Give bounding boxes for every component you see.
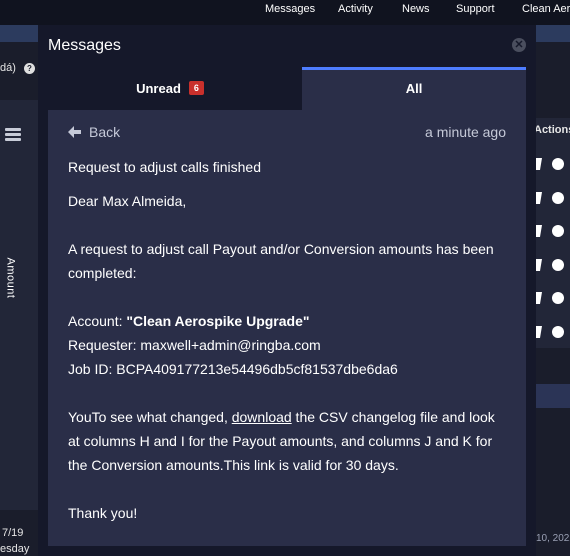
nav-messages[interactable]: Messages bbox=[265, 3, 315, 15]
owner-name-fragment: dá) bbox=[0, 62, 16, 74]
back-button[interactable]: Back bbox=[68, 124, 120, 140]
tab-all[interactable]: All bbox=[302, 67, 526, 110]
unread-count-badge: 6 bbox=[188, 81, 204, 95]
modal-title: Messages bbox=[48, 37, 121, 54]
tab-unread-label: Unread bbox=[136, 81, 181, 96]
message-closing: Thank you! bbox=[68, 505, 138, 521]
row-actions bbox=[531, 157, 567, 171]
message-detail: Back a minute ago Request to adjust call… bbox=[48, 110, 526, 546]
row-actions bbox=[531, 224, 567, 238]
row-actions bbox=[531, 325, 567, 339]
chart-icon[interactable] bbox=[552, 192, 564, 204]
message-instructions: YouTo see what changed, download the CSV… bbox=[68, 405, 508, 477]
top-navigation: Messages Activity News Support Clean Aer… bbox=[0, 0, 570, 25]
nav-activity[interactable]: Activity bbox=[338, 3, 373, 15]
tab-all-label: All bbox=[405, 81, 423, 96]
message-intro: A request to adjust call Payout and/or C… bbox=[68, 241, 494, 281]
message-timestamp: a minute ago bbox=[425, 124, 506, 140]
account-label: Account: bbox=[68, 313, 127, 329]
message-body: Dear Max Almeida, A request to adjust ca… bbox=[68, 189, 508, 549]
chart-icon[interactable] bbox=[552, 158, 564, 170]
close-icon[interactable]: ✕ bbox=[512, 38, 526, 52]
chart-icon[interactable] bbox=[552, 326, 564, 338]
help-icon[interactable]: ? bbox=[24, 63, 35, 74]
modal-header: Messages ✕ bbox=[38, 25, 536, 67]
download-link[interactable]: download bbox=[232, 409, 292, 425]
arrow-left-icon bbox=[68, 126, 81, 138]
chart-icon[interactable] bbox=[552, 292, 564, 304]
back-label: Back bbox=[89, 124, 121, 140]
actions-column-header: Actions bbox=[534, 124, 570, 136]
menu-icon[interactable] bbox=[5, 128, 21, 142]
tab-unread[interactable]: Unread 6 bbox=[38, 67, 302, 110]
requester-line: Requester: maxwell+admin@ringba.com bbox=[68, 337, 321, 353]
amount-column-label: Amount bbox=[4, 257, 17, 299]
background-sidebar-panel bbox=[0, 100, 38, 510]
row-actions bbox=[531, 258, 567, 272]
day-fragment: esday bbox=[0, 543, 30, 555]
chart-icon[interactable] bbox=[552, 225, 564, 237]
account-value: "Clean Aerospike Upgrade" bbox=[126, 313, 310, 329]
message-subject: Request to adjust calls finished bbox=[68, 159, 261, 175]
account-line: Account: "Clean Aerospike Upgrade" bbox=[68, 309, 508, 333]
row-actions bbox=[531, 191, 567, 205]
messages-modal: Messages ✕ Unread 6 All Back a minute ago… bbox=[38, 25, 536, 556]
job-id-line: Job ID: BCPA409177213e54496db5cf81537dbe… bbox=[68, 361, 398, 377]
chart-icon[interactable] bbox=[552, 259, 564, 271]
date-right-fragment: 10, 2022 bbox=[536, 533, 570, 544]
nav-account[interactable]: Clean Aero bbox=[522, 3, 570, 15]
message-tabs: Unread 6 All bbox=[38, 67, 536, 110]
nav-support[interactable]: Support bbox=[456, 3, 495, 15]
date-fragment: 7/19 bbox=[2, 527, 24, 539]
instructions-prefix: YouTo see what changed, bbox=[68, 409, 232, 425]
nav-news[interactable]: News bbox=[402, 3, 430, 15]
row-actions bbox=[531, 291, 567, 305]
message-greeting: Dear Max Almeida, bbox=[68, 193, 187, 209]
